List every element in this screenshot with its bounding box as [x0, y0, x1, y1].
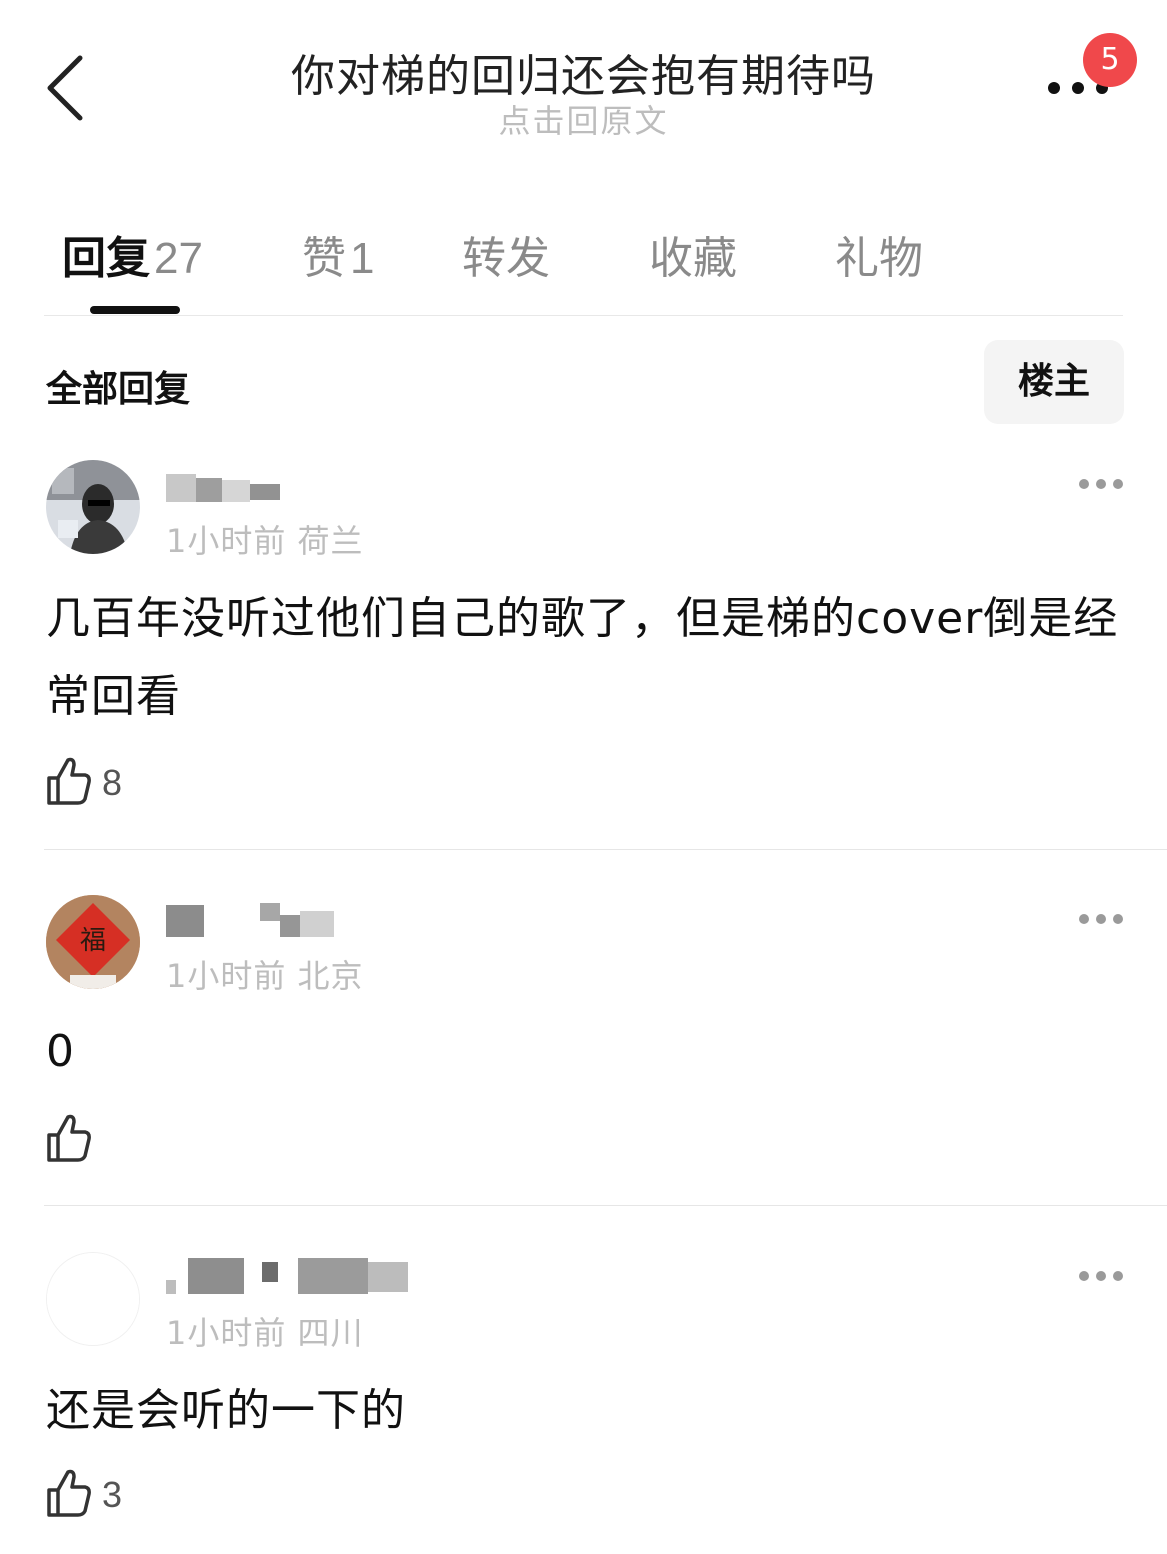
- comment-divider: [44, 1205, 1167, 1206]
- active-tab-indicator: [90, 306, 180, 314]
- back-to-original-link[interactable]: 点击回原文: [180, 96, 987, 142]
- like-count: 3: [102, 1474, 123, 1515]
- avatar[interactable]: 福: [46, 895, 140, 989]
- op-only-button[interactable]: 楼主: [984, 340, 1124, 424]
- comment-item: 福 1小时前 北京 0: [0, 895, 1167, 1205]
- comment-text: 0: [46, 1026, 75, 1077]
- tab-count: 27: [154, 234, 203, 283]
- avatar[interactable]: [46, 460, 140, 554]
- username-blurred[interactable]: [166, 901, 436, 941]
- username-blurred[interactable]: [166, 466, 436, 506]
- comment-more-button[interactable]: [1076, 474, 1126, 494]
- like-button[interactable]: [46, 1113, 106, 1165]
- comment-location: 荷兰: [297, 522, 364, 560]
- tab-label: 转发: [462, 233, 550, 284]
- svg-text:福: 福: [80, 926, 106, 956]
- comment-more-button[interactable]: [1076, 909, 1126, 929]
- like-button[interactable]: 8: [46, 756, 146, 808]
- comment-text: 还是会听的一下的: [46, 1385, 406, 1436]
- back-arrow-icon: [47, 55, 83, 121]
- comment-more-icon: [1079, 914, 1123, 924]
- back-button[interactable]: [40, 52, 92, 124]
- tab-favorites[interactable]: 收藏: [649, 222, 737, 286]
- tab-replies[interactable]: 回复27: [62, 222, 203, 286]
- comment-more-icon: [1079, 1271, 1123, 1281]
- tab-reposts[interactable]: 转发: [462, 222, 550, 286]
- comment-item: 1小时前 四川 还是会听的一下的 3: [0, 1252, 1167, 1554]
- comment-time: 1小时前: [166, 1314, 287, 1352]
- all-replies-label: 全部回复: [46, 369, 191, 410]
- comment-more-icon: [1079, 479, 1123, 489]
- username-blurred[interactable]: [166, 1258, 436, 1298]
- tab-label: 收藏: [649, 233, 737, 284]
- comment-item: 1小时前 荷兰 几百年没听过他们自己的歌了，但是梯的cover倒是经常回看 8: [0, 460, 1167, 850]
- comment-time: 1小时前: [166, 957, 287, 995]
- thumbs-up-icon: [47, 1114, 91, 1162]
- filter-row: 全部回复 楼主: [0, 340, 1167, 424]
- top-bar: 你对梯的回归还会抱有期待吗 点击回原文 5: [0, 0, 1167, 160]
- comment-divider: [44, 849, 1167, 850]
- comment-meta: 1小时前 四川: [166, 1308, 364, 1354]
- tabs-divider: [44, 315, 1123, 316]
- thumbs-up-icon: [47, 757, 91, 805]
- tab-label: 礼物: [835, 233, 923, 284]
- comment-text: 几百年没听过他们自己的歌了，但是梯的cover倒是经常回看: [46, 593, 1119, 722]
- tab-label: 赞: [302, 233, 346, 284]
- avatar[interactable]: [46, 1252, 140, 1346]
- page-title: 你对梯的回归还会抱有期待吗: [291, 51, 876, 102]
- comment-time: 1小时前: [166, 522, 287, 560]
- comment-meta: 1小时前 北京: [166, 951, 364, 997]
- thumbs-up-icon: [47, 1469, 91, 1517]
- notification-badge: 5: [1083, 33, 1137, 87]
- like-button[interactable]: 3: [46, 1468, 146, 1520]
- tab-gifts[interactable]: 礼物: [835, 222, 923, 286]
- tab-likes[interactable]: 赞1: [302, 222, 374, 286]
- comment-more-button[interactable]: [1076, 1266, 1126, 1286]
- tab-count: 1: [350, 234, 375, 283]
- tab-label: 回复: [62, 233, 150, 284]
- comment-meta: 1小时前 荷兰: [166, 516, 364, 562]
- like-count: 8: [102, 762, 123, 803]
- comment-location: 北京: [297, 957, 364, 995]
- comment-location: 四川: [297, 1314, 364, 1352]
- tab-bar: 回复27 赞1 转发 收藏 礼物: [0, 200, 1167, 316]
